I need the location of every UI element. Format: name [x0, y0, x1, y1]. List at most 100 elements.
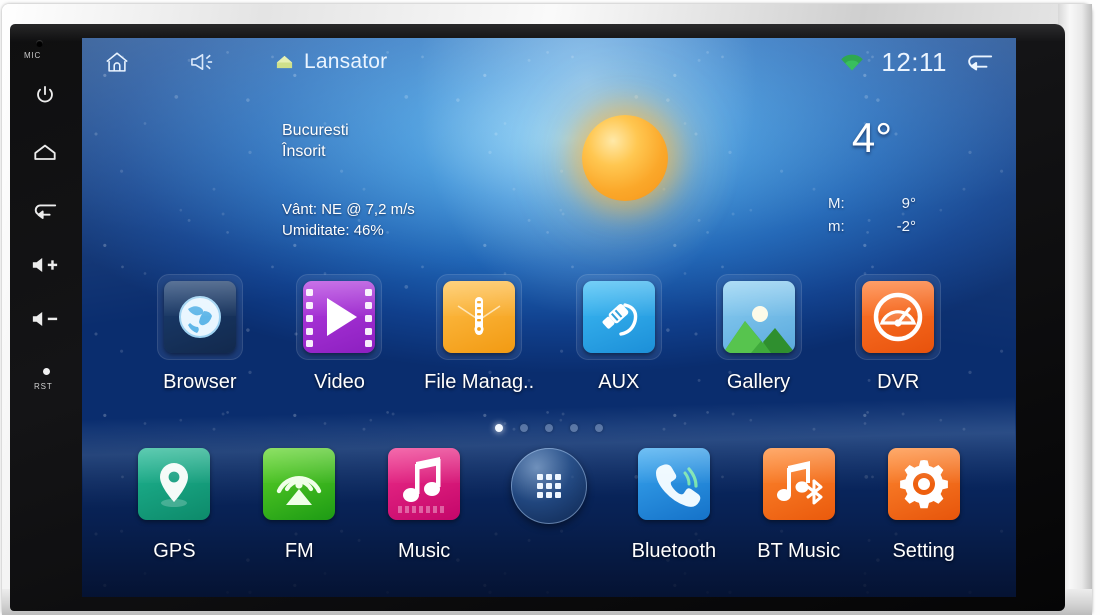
radio-tower-icon: [263, 448, 336, 520]
app-music[interactable]: Music: [362, 448, 487, 563]
weather-details-block: Vânt: NE @ 7,2 m/s Umiditate: 46%: [282, 199, 415, 241]
audio-jack-icon: [582, 281, 655, 353]
app-dvr-icon-wrap: [855, 274, 942, 360]
power-button[interactable]: [28, 78, 62, 112]
app-music-icon-wrap: [381, 448, 467, 526]
app-aux-icon-wrap: [575, 274, 662, 360]
app-gallery[interactable]: Gallery: [689, 274, 829, 394]
gauge-icon: [862, 281, 935, 353]
app-bt-music-icon-wrap: [756, 448, 842, 526]
microphone-hole: [36, 40, 43, 47]
app-label: AUX: [598, 371, 640, 393]
app-row-1: Browser Video File Manag.. AUX Gallery D…: [82, 274, 1016, 394]
weather-city: Bucuresti: [282, 122, 349, 139]
app-label: DVR: [877, 371, 920, 393]
music-note-icon: [388, 448, 461, 520]
app-setting-icon-wrap: [881, 448, 967, 526]
app-video-icon-wrap: [296, 274, 383, 360]
volume-down-icon: [31, 309, 59, 329]
hardware-button-column: MIC RST: [14, 26, 76, 586]
app-setting[interactable]: Setting: [861, 448, 986, 563]
map-pin-icon: [138, 448, 211, 520]
phone-handset-icon: [637, 448, 710, 520]
page-dot-2[interactable]: [520, 424, 528, 432]
app-gps-icon-wrap: [131, 448, 217, 526]
weather-low-row: m: -2°: [772, 215, 972, 238]
weather-low-key: m:: [828, 218, 845, 235]
status-bar-left: Lansator: [104, 50, 387, 75]
app-bt-music[interactable]: BT Music: [736, 448, 861, 563]
weather-high-row: M: 9°: [772, 192, 972, 215]
reset-pinhole[interactable]: [43, 368, 50, 375]
reset-label: RST: [34, 382, 53, 391]
app-browser-icon-wrap: [156, 274, 243, 360]
app-fm[interactable]: FM: [237, 448, 362, 563]
launcher-title: Lansator: [304, 50, 388, 73]
speaker-icon[interactable]: [190, 52, 215, 72]
weather-widget[interactable]: Bucuresti Însorit Vânt: NE @ 7,2 m/s Umi…: [82, 92, 1016, 292]
app-fm-icon-wrap: [256, 448, 342, 526]
app-bluetooth-icon-wrap: [631, 448, 717, 526]
file-zipper-icon: [443, 281, 516, 353]
home-outline-icon[interactable]: [104, 50, 130, 75]
app-video[interactable]: Video: [270, 274, 410, 394]
app-drawer-icon-wrap: [506, 448, 592, 526]
home-button[interactable]: [28, 136, 62, 170]
app-grid-dots: [537, 474, 561, 498]
weather-high-key: M:: [828, 195, 845, 212]
weather-location-block: Bucuresti Însorit: [282, 120, 349, 162]
weather-humidity: Umiditate: 46%: [282, 222, 384, 239]
app-label: Music: [398, 540, 451, 562]
page-dot-5[interactable]: [595, 424, 603, 432]
status-bar-right: 12:11: [840, 47, 994, 78]
globe-icon: [163, 281, 236, 353]
film-play-icon: [303, 281, 376, 353]
weather-temperature: 4°: [851, 114, 893, 161]
back-arrow-icon: [32, 201, 58, 221]
app-label: Gallery: [726, 371, 791, 393]
weather-high-low: M: 9° m: -2°: [772, 192, 972, 238]
app-bluetooth[interactable]: Bluetooth: [611, 448, 736, 563]
app-label: Browser: [163, 371, 237, 393]
sun-icon: [582, 115, 668, 201]
app-label: Bluetooth: [631, 540, 717, 562]
app-dvr[interactable]: DVR: [828, 274, 968, 394]
weather-wind: Vânt: NE @ 7,2 m/s: [282, 201, 415, 218]
microphone-label: MIC: [24, 51, 42, 60]
app-drawer-button[interactable]: [487, 448, 612, 526]
page-dot-4[interactable]: [570, 424, 578, 432]
landscape-icon: [722, 281, 795, 353]
head-unit-device: MIC RST Lansator 12:11 Bucuresti Însorit…: [0, 0, 1100, 615]
volume-up-icon: [31, 255, 59, 275]
wifi-icon: [840, 53, 864, 72]
volume-down-button[interactable]: [28, 302, 62, 336]
weather-low-value: -2°: [896, 218, 916, 235]
volume-up-button[interactable]: [28, 248, 62, 282]
app-gps[interactable]: GPS: [112, 448, 237, 563]
app-label: File Manag..: [424, 371, 535, 393]
status-clock: 12:11: [881, 46, 947, 77]
gear-icon: [887, 448, 960, 520]
app-aux[interactable]: AUX: [549, 274, 689, 394]
bt-music-icon: [762, 448, 835, 520]
app-grid-icon: [511, 448, 587, 524]
power-icon: [34, 84, 56, 106]
status-bar: Lansator 12:11: [82, 38, 1016, 86]
app-file-manager[interactable]: File Manag..: [409, 274, 549, 394]
app-label: GPS: [153, 540, 196, 562]
app-label: Setting: [892, 540, 955, 562]
app-label: FM: [284, 540, 314, 562]
app-label: Video: [314, 371, 365, 393]
page-dot-1[interactable]: [495, 424, 503, 432]
back-button[interactable]: [28, 194, 62, 228]
launcher-title-group: Lansator: [275, 50, 387, 74]
return-arrow-icon[interactable]: [964, 51, 994, 73]
weather-condition: Însorit: [282, 143, 326, 160]
page-indicator[interactable]: [82, 424, 1016, 432]
app-browser[interactable]: Browser: [130, 274, 270, 394]
touchscreen[interactable]: Lansator 12:11 Bucuresti Însorit Vânt: N…: [82, 38, 1016, 597]
app-label: BT Music: [757, 540, 841, 562]
page-dot-3[interactable]: [545, 424, 553, 432]
app-file-manager-icon-wrap: [436, 274, 523, 360]
app-gallery-icon-wrap: [715, 274, 802, 360]
